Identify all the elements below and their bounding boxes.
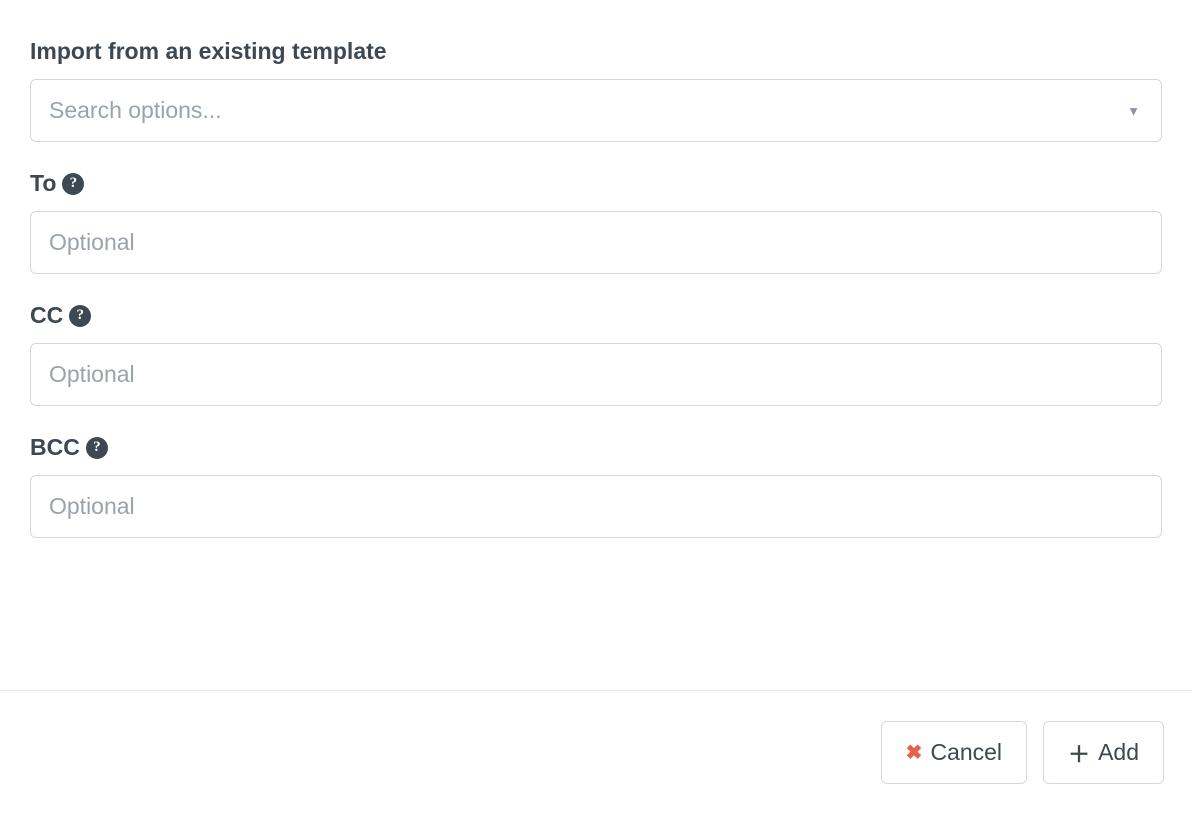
footer: ✖ Cancel ＋ Add xyxy=(0,690,1192,814)
import-template-group: Import from an existing template ▼ xyxy=(30,38,1162,142)
bcc-group: BCC ? xyxy=(30,434,1162,538)
close-icon: ✖ xyxy=(906,740,923,765)
plus-icon: ＋ xyxy=(1068,737,1090,769)
import-template-label-text: Import from an existing template xyxy=(30,38,387,65)
cancel-button-label: Cancel xyxy=(930,739,1002,766)
form-container: Import from an existing template ▼ To ? … xyxy=(0,0,1192,586)
add-button-label: Add xyxy=(1098,739,1139,766)
help-icon[interactable]: ? xyxy=(86,437,108,459)
to-group: To ? xyxy=(30,170,1162,274)
to-input[interactable] xyxy=(30,211,1162,274)
cc-input[interactable] xyxy=(30,343,1162,406)
cc-label-text: CC xyxy=(30,302,63,329)
bcc-input[interactable] xyxy=(30,475,1162,538)
import-template-select[interactable] xyxy=(30,79,1162,142)
help-icon[interactable]: ? xyxy=(62,173,84,195)
import-template-select-wrapper: ▼ xyxy=(30,79,1162,142)
cc-label: CC ? xyxy=(30,302,1162,329)
help-icon[interactable]: ? xyxy=(69,305,91,327)
to-label-text: To xyxy=(30,170,56,197)
bcc-label: BCC ? xyxy=(30,434,1162,461)
cancel-button[interactable]: ✖ Cancel xyxy=(881,721,1027,784)
cc-group: CC ? xyxy=(30,302,1162,406)
to-label: To ? xyxy=(30,170,1162,197)
import-template-label: Import from an existing template xyxy=(30,38,1162,65)
bcc-label-text: BCC xyxy=(30,434,80,461)
add-button[interactable]: ＋ Add xyxy=(1043,721,1164,784)
